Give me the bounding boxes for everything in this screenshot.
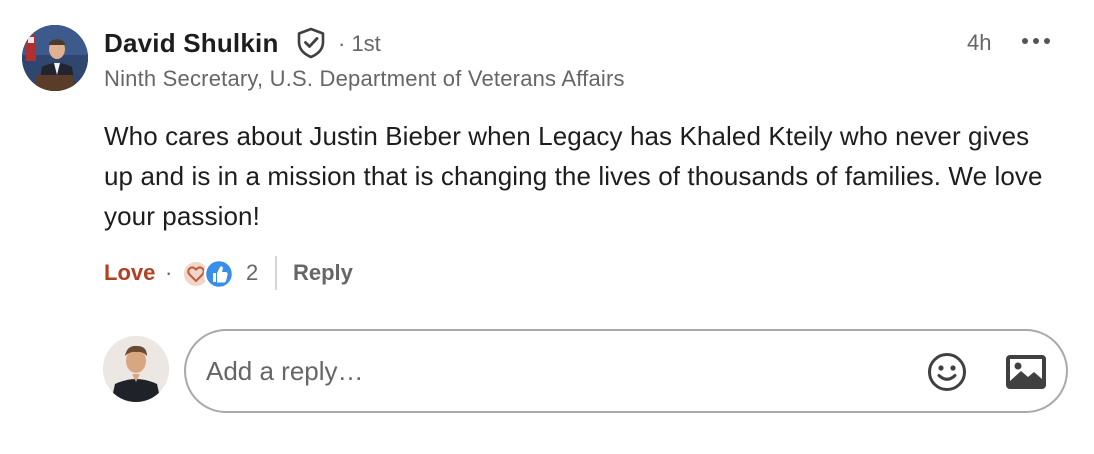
comment-thread: David Shulkin · 1st 4h Ninth Secretary, …: [0, 0, 1094, 454]
reaction-count[interactable]: 2: [246, 260, 258, 286]
emoji-icon[interactable]: [926, 351, 968, 393]
reply-composer[interactable]: [184, 329, 1068, 413]
author-headline: Ninth Secretary, U.S. Department of Vete…: [104, 66, 625, 91]
current-user-avatar[interactable]: [103, 336, 169, 402]
action-divider: [275, 256, 277, 290]
reaction-icons[interactable]: [182, 257, 238, 291]
author-avatar[interactable]: [22, 25, 88, 91]
current-user-photo: [103, 336, 169, 402]
shield-check-icon: [297, 27, 325, 59]
author-name[interactable]: David Shulkin: [104, 28, 279, 59]
comment-timestamp: 4h: [967, 30, 992, 55]
connection-degree: · 1st: [338, 31, 381, 56]
author-photo: [22, 25, 88, 91]
thumbs-up-icon: [203, 258, 235, 290]
reply-input[interactable]: [206, 353, 906, 389]
love-reaction-button[interactable]: Love: [104, 260, 155, 286]
more-options-icon[interactable]: [1018, 32, 1054, 50]
comment-text: Who cares about Justin Bieber when Legac…: [104, 121, 1043, 231]
action-separator: ·: [165, 260, 173, 285]
reply-button[interactable]: Reply: [293, 260, 353, 286]
image-icon[interactable]: [1004, 353, 1048, 391]
